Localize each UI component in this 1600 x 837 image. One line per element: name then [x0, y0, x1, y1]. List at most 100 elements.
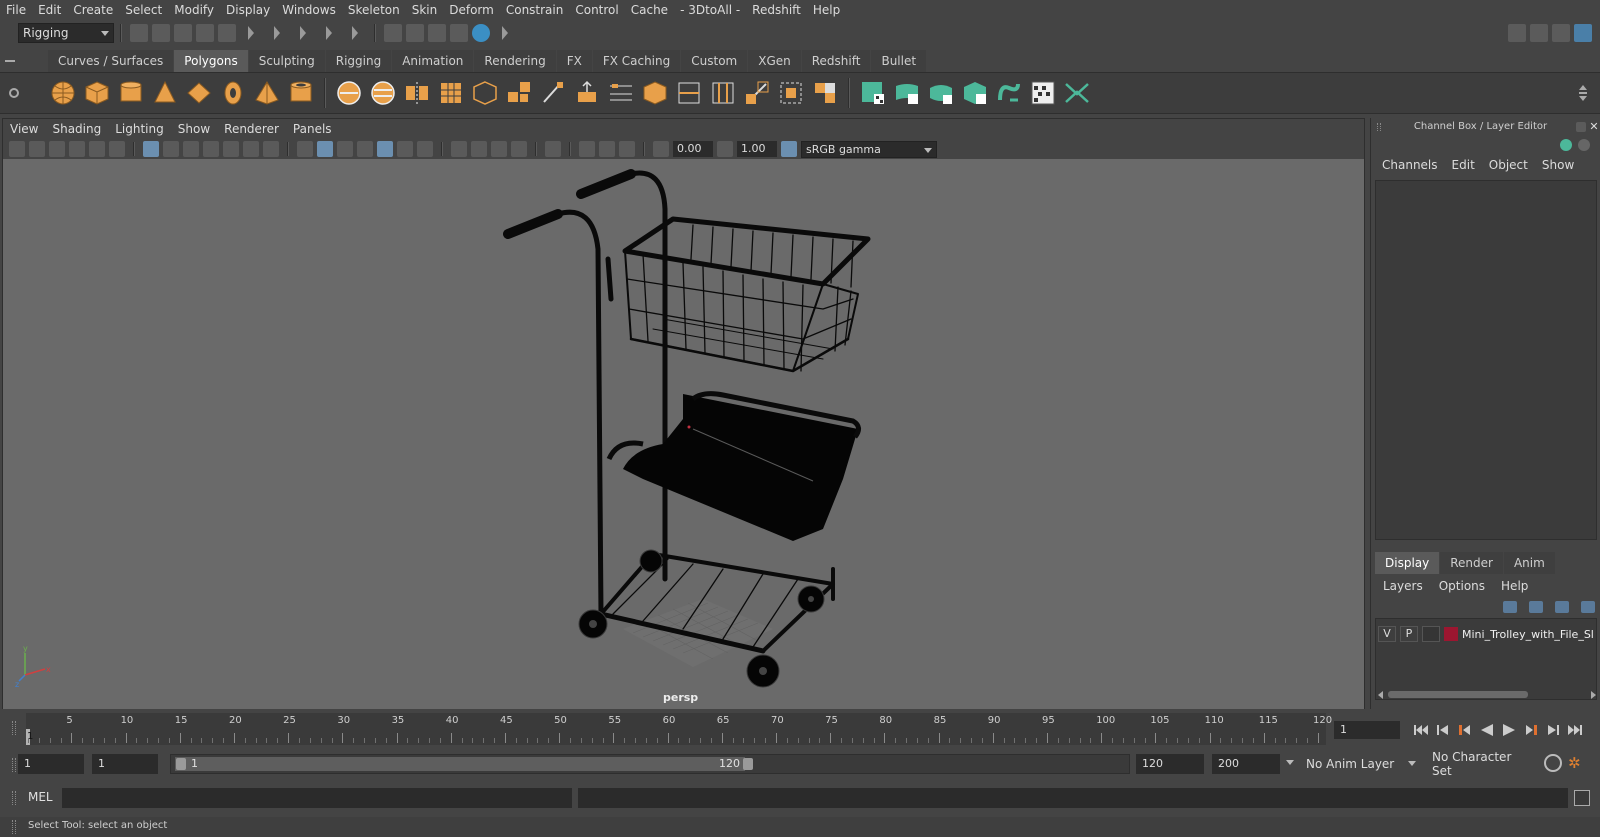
smooth-shade-icon[interactable] [317, 141, 333, 157]
menu-create[interactable]: Create [67, 0, 119, 20]
exposure-field[interactable]: 0.00 [673, 141, 713, 157]
textured-icon[interactable] [377, 141, 393, 157]
2d-pan-zoom-icon[interactable] [89, 141, 105, 157]
camera-attributes-icon[interactable] [29, 141, 45, 157]
playback-end-field[interactable]: 120 [1136, 754, 1204, 774]
play-forward-icon[interactable] [1501, 722, 1517, 738]
shelf-scroll-up-icon[interactable] [1579, 85, 1587, 90]
shelf-tab-redshift[interactable]: Redshift [801, 50, 871, 72]
reduce-icon[interactable] [470, 78, 500, 108]
menu-file[interactable]: File [0, 0, 32, 20]
shelf-tab-sculpting[interactable]: Sculpting [248, 50, 325, 72]
float-panel-icon[interactable] [1576, 122, 1586, 132]
layer-color-swatch[interactable] [1444, 627, 1458, 641]
shelf-tab-fx-caching[interactable]: FX Caching [592, 50, 681, 72]
poly-cube-icon[interactable] [82, 78, 112, 108]
view-transform-dropdown[interactable]: sRGB gamma [801, 140, 937, 158]
extrude-icon[interactable] [572, 78, 602, 108]
menu-constrain[interactable]: Constrain [500, 0, 570, 20]
animation-start-field[interactable]: 1 [18, 754, 84, 774]
motion-blur-icon[interactable] [471, 141, 487, 157]
animation-preferences-icon[interactable]: ✲ [1568, 754, 1586, 772]
append-polygon-icon[interactable] [810, 78, 840, 108]
menu-skeleton[interactable]: Skeleton [342, 0, 406, 20]
shelf-tab-custom[interactable]: Custom [681, 50, 748, 72]
wireframe-icon[interactable] [297, 141, 313, 157]
uv-toolkit-icon[interactable] [1062, 78, 1092, 108]
poly-pyramid-icon[interactable] [252, 78, 282, 108]
render-frame-icon[interactable] [406, 24, 424, 42]
channel-box-toggle-icon[interactable] [1574, 24, 1592, 42]
grease-pencil-icon[interactable] [109, 141, 125, 157]
new-layer-from-selection-icon[interactable] [1581, 601, 1595, 613]
viewport-menu-show[interactable]: Show [171, 119, 217, 139]
planar-uv-icon[interactable] [858, 78, 888, 108]
screen-space-ao-icon[interactable] [451, 141, 467, 157]
layer-row[interactable]: V P Mini_Trolley_with_File_Sl [1378, 625, 1596, 643]
layer-tab-render[interactable]: Render [1440, 552, 1503, 574]
collapse-arrow-icon[interactable] [274, 26, 280, 40]
menuset-dropdown[interactable]: Rigging [18, 23, 114, 43]
field-chart-icon[interactable] [223, 141, 239, 157]
animation-end-field[interactable]: 200 [1212, 754, 1280, 774]
channel-box-menu-show[interactable]: Show [1535, 158, 1581, 172]
multisample-aa-icon[interactable] [491, 141, 507, 157]
xray-active-components-icon[interactable] [599, 141, 615, 157]
poly-cone-icon[interactable] [150, 78, 180, 108]
viewport-menu-lighting[interactable]: Lighting [108, 119, 171, 139]
range-bar[interactable]: 1 120 [170, 754, 1130, 774]
menu-cache[interactable]: Cache [625, 0, 674, 20]
render-settings-icon[interactable] [450, 24, 468, 42]
menu-display[interactable]: Display [220, 0, 276, 20]
safe-title-icon[interactable] [263, 141, 279, 157]
poly-torus-icon[interactable] [218, 78, 248, 108]
target-weld-icon[interactable] [742, 78, 772, 108]
viewport-menu-panels[interactable]: Panels [286, 119, 339, 139]
step-back-key-icon[interactable] [1457, 722, 1473, 738]
menu-edit[interactable]: Edit [32, 0, 67, 20]
move-layer-down-icon[interactable] [1529, 601, 1543, 613]
shelf-tab-rendering[interactable]: Rendering [474, 50, 556, 72]
mirror-icon[interactable] [402, 78, 432, 108]
unfold-uv-icon[interactable] [994, 78, 1024, 108]
safe-action-icon[interactable] [243, 141, 259, 157]
xray-icon[interactable] [579, 141, 595, 157]
resolution-gate-icon[interactable] [183, 141, 199, 157]
range-start-handle[interactable] [176, 758, 186, 770]
current-frame-field[interactable]: 1 [1334, 721, 1400, 739]
channel-box-menu-channels[interactable]: Channels [1375, 158, 1445, 172]
menu-3dtoall[interactable]: - 3DtoAll - [674, 0, 746, 20]
3d-viewport[interactable]: y x z persp [3, 159, 1364, 709]
poly-sphere-icon[interactable] [48, 78, 78, 108]
character-set-dropdown[interactable]: No Character Set [1428, 750, 1534, 778]
smooth-icon[interactable] [436, 78, 466, 108]
collapse-arrow-icon[interactable] [502, 26, 508, 40]
layer-visibility-toggle[interactable]: V [1378, 626, 1396, 642]
shelf-tab-animation[interactable]: Animation [392, 50, 474, 72]
time-slider-track[interactable]: 1 5 10 15 20 25 30 35 40 45 50 55 60 65 70 75 80 85 90 95 1… [26, 713, 1332, 745]
open-scene-icon[interactable] [152, 24, 170, 42]
ipr-render-icon[interactable] [428, 24, 446, 42]
scroll-left-icon[interactable] [1378, 691, 1383, 699]
play-backward-icon[interactable] [1479, 722, 1495, 738]
menu-help[interactable]: Help [807, 0, 846, 20]
layer-tab-anim[interactable]: Anim [1503, 552, 1555, 574]
gamma-field[interactable]: 1.00 [737, 141, 777, 157]
save-scene-icon[interactable] [174, 24, 192, 42]
select-camera-icon[interactable] [9, 141, 25, 157]
color-management-icon[interactable] [781, 141, 797, 157]
use-all-lights-icon[interactable] [397, 141, 413, 157]
anim-layer-dropdown[interactable]: No Anim Layer [1302, 754, 1420, 774]
show-manipulator-icon[interactable] [1560, 139, 1572, 151]
range-fill[interactable] [175, 757, 745, 771]
bridge-icon[interactable] [606, 78, 636, 108]
channel-box-menu-object[interactable]: Object [1482, 158, 1535, 172]
viewport-menu-renderer[interactable]: Renderer [217, 119, 286, 139]
depth-of-field-icon[interactable] [511, 141, 527, 157]
layer-name[interactable]: Mini_Trolley_with_File_Sl [1462, 628, 1596, 641]
channel-box-body[interactable] [1375, 180, 1597, 540]
layer-playback-toggle[interactable]: P [1400, 626, 1418, 642]
gamma-icon[interactable] [717, 141, 733, 157]
shelf-tab-bullet[interactable]: Bullet [871, 50, 927, 72]
redo-icon[interactable] [218, 24, 236, 42]
